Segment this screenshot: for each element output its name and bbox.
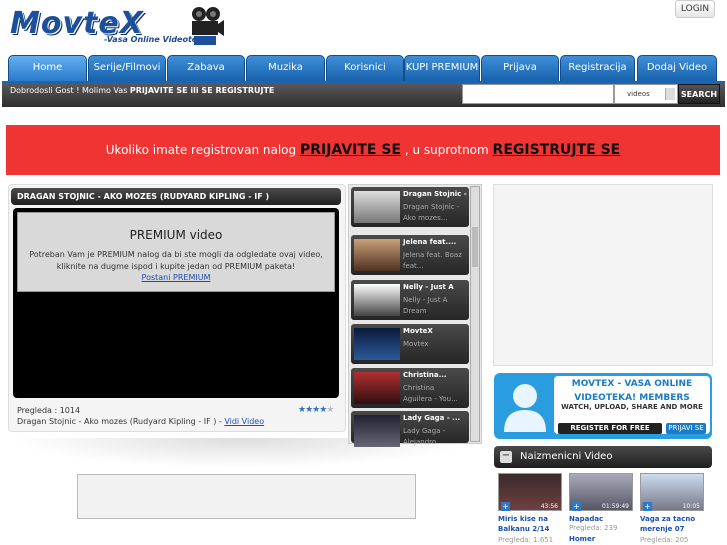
related-title: Jelena feat.... (403, 238, 457, 246)
tab-home[interactable]: Home (8, 55, 87, 81)
video-views: Pregleda: 239 (569, 524, 618, 532)
video-title-link[interactable]: Napadac (569, 514, 633, 524)
welcome-prefix: Dobrodosli Gost ! Molimo Vas (10, 86, 128, 95)
related-desc: Lady Gaga - Alejandro (403, 427, 446, 446)
promo-login-button[interactable]: PRIJAVI SE (666, 423, 706, 434)
tab-serije-filmovi[interactable]: Serije/Filmovi (88, 55, 166, 81)
related-thumbnail (354, 328, 400, 360)
related-thumbnail (354, 415, 400, 447)
related-title: MovteX (403, 327, 433, 335)
video-views: Pregleda: 205 (640, 536, 689, 544)
premium-box: PREMIUM video Potreban Vam je PREMIUM na… (17, 212, 335, 292)
main-nav: Home Serije/Filmovi Zabava Muzika Korisn… (8, 55, 718, 81)
premium-text: Potreban Vam je PREMIUM nalog da bi ste … (29, 250, 323, 271)
become-premium-link[interactable]: Postani PREMIUM (142, 273, 211, 282)
video-views: Pregleda: 1.651 (498, 536, 554, 544)
description-text: Dragan Stojnic - Ako mozes (Rudyard Kipl… (17, 417, 222, 426)
tab-dodaj-video[interactable]: Dodaj Video (637, 55, 717, 81)
tab-muzika[interactable]: Muzika (246, 55, 325, 81)
user-silhouette-icon (504, 384, 546, 432)
search-input[interactable] (462, 84, 614, 104)
related-desc: Dragan Stojnic - Ako mozes... (403, 203, 460, 222)
promo-line2: VIDEOTEKA! MEMBERS (574, 393, 690, 403)
related-title: Dragan Stojnic - ... (403, 190, 478, 198)
tab-registracija[interactable]: Registracija (560, 55, 635, 81)
related-desc: Movtex (403, 340, 429, 348)
login-button[interactable]: LOGIN (675, 0, 715, 18)
related-title: Lady Gaga - ... (403, 414, 461, 422)
view-count: Pregleda : 1014 (17, 406, 81, 415)
video-duration: 43:56 (540, 503, 558, 510)
login-notice: Ukoliko imate registrovan nalog PRIJAVIT… (6, 125, 720, 175)
related-item[interactable]: Jelena feat.... Jelena feat. Boaz feat..… (351, 235, 469, 275)
related-desc: Jelena feat. Boaz feat... (403, 251, 462, 270)
notice-register-link[interactable]: REGISTRUJTE SE (493, 142, 621, 158)
related-title: Christina... (403, 371, 447, 379)
site-logo[interactable]: MovteX -Vasa Online Videoteka- (8, 4, 226, 48)
bottom-ad-box (77, 474, 416, 519)
related-thumbnail (354, 372, 400, 404)
related-thumbnail (354, 239, 400, 271)
tab-kupi-premium[interactable]: KUPI PREMIUM (404, 55, 480, 81)
notice-middle: , u suprotnom (404, 143, 489, 157)
video-title: DRAGAN STOJNIC - AKO MOZES (RUDYARD KIPL… (11, 188, 341, 205)
related-item[interactable]: Christina... Christina Aguilera - You... (351, 368, 469, 408)
video-duration: 10:05 (682, 503, 700, 510)
minus-icon[interactable]: − (500, 451, 512, 463)
search-button[interactable]: SEARCH (678, 84, 720, 104)
related-desc: Christina Aguilera - You... (403, 384, 458, 403)
video-extra-link[interactable]: Homer (569, 534, 633, 544)
rating-stars[interactable]: ★★★★★ (298, 405, 334, 415)
video-thumbnail[interactable]: + 10:05 (640, 473, 704, 511)
plus-icon[interactable]: + (572, 502, 581, 511)
related-item[interactable]: MovteX Movtex (351, 324, 469, 364)
tab-zabava[interactable]: Zabava (167, 55, 245, 81)
plus-icon[interactable]: + (643, 502, 652, 511)
related-item[interactable]: Dragan Stojnic - ... Dragan Stojnic - Ak… (351, 187, 477, 227)
related-item[interactable]: Lady Gaga - ... Lady Gaga - Alejandro (351, 411, 469, 447)
register-free-button[interactable]: REGISTER FOR FREE (558, 423, 662, 434)
ad-box (493, 184, 713, 366)
related-videos: Dragan Stojnic - ... Dragan Stojnic - Ak… (348, 184, 482, 447)
premium-title: PREMIUM video (129, 228, 223, 242)
notice-prefix: Ukoliko imate registrovan nalog (105, 143, 297, 157)
star-icon: ★ (326, 405, 334, 415)
video-thumbnail[interactable]: + 43:56 (498, 473, 562, 511)
video-duration: 01:59:49 (602, 503, 629, 510)
chevron-down-icon (665, 88, 675, 100)
welcome-message: Dobrodosli Gost ! Molimo Vas PRIJAVITE S… (10, 86, 274, 95)
video-thumbnail[interactable]: + 01:59:49 (569, 473, 633, 511)
search-scope-select[interactable]: videos (614, 84, 678, 104)
random-videos-title: Naizmenicni Video (520, 451, 613, 462)
tab-korisnici[interactable]: Korisnici (326, 55, 404, 81)
promo-line1: MOVTEX - VASA ONLINE (571, 379, 693, 389)
search-scope-value: videos (627, 90, 650, 98)
related-thumbnail (354, 191, 400, 223)
related-thumbnail (354, 284, 400, 316)
promo-line3: WATCH, UPLOAD, SHARE AND MORE (561, 403, 703, 411)
view-video-link[interactable]: Vidi Video (224, 417, 264, 426)
scrollbar-thumb[interactable] (472, 227, 478, 267)
video-title-link[interactable]: Vaga za tacno merenje 07 (640, 514, 704, 534)
welcome-login-link[interactable]: PRIJAVITE SE ili SE REGISTRUJTE (130, 86, 274, 95)
related-desc: Nelly - Just A Dream (403, 296, 448, 315)
camera-icon (192, 7, 224, 45)
plus-icon[interactable]: + (501, 502, 510, 511)
video-title-link[interactable]: Miris kise na Balkanu 2/14 (498, 514, 562, 534)
related-title: Nelly - Just A (403, 283, 454, 291)
notice-login-link[interactable]: PRIJAVITE SE (300, 142, 401, 158)
random-videos-header: − Naizmenicni Video (494, 446, 712, 468)
video-description: Dragan Stojnic - Ako mozes (Rudyard Kipl… (17, 417, 264, 426)
related-item[interactable]: Nelly - Just A Nelly - Just A Dream (351, 280, 469, 320)
related-scrollbar[interactable] (470, 186, 480, 442)
tab-prijava[interactable]: Prijava (481, 55, 559, 81)
